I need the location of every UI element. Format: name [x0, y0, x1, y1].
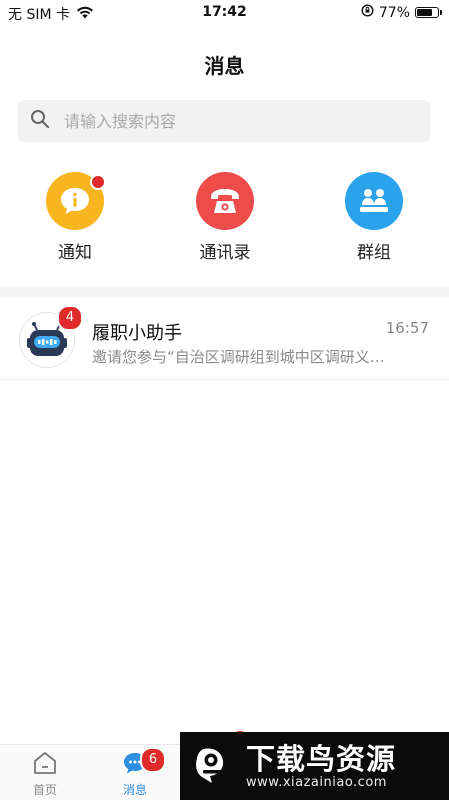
tab-label: 首页 — [32, 783, 57, 797]
tab-messages[interactable]: 6 消息 — [90, 747, 180, 798]
watermark-text: 下载鸟资源 www.xiazainiao.com — [246, 743, 396, 790]
status-right: 77% — [361, 4, 442, 21]
unread-badge: 4 — [57, 305, 83, 331]
watermark-logo — [190, 743, 236, 789]
watermark-title: 下载鸟资源 — [246, 741, 397, 776]
quick-action-notice[interactable]: 通知 — [25, 172, 125, 263]
quick-actions: 通知 通讯录 群组 — [0, 172, 449, 272]
message-preview: 邀请您参与“自治区调研组到城中区调研义… — [92, 348, 385, 366]
quick-action-label: 群组 — [357, 243, 391, 263]
notice-icon — [46, 172, 106, 230]
phone-icon — [196, 172, 254, 230]
search-bar[interactable] — [18, 100, 430, 142]
watermark-url: www.xiazainiao.com — [246, 774, 387, 790]
battery-icon — [415, 7, 442, 18]
notice-dot — [90, 174, 106, 190]
watermark: 下载鸟资源 www.xiazainiao.com — [180, 732, 449, 800]
battery-percent: 77% — [378, 4, 410, 21]
quick-action-contacts[interactable]: 通讯录 — [175, 172, 275, 263]
message-sender: 履职小助手 — [92, 323, 182, 344]
section-divider — [0, 287, 449, 297]
list-item[interactable]: 4 履职小助手 16:57 邀请您参与“自治区调研组到城中区调研义… — [0, 298, 449, 380]
tab-home[interactable]: 首页 — [0, 751, 90, 798]
status-bar: 无 SIM 卡 17:42 77% — [0, 0, 449, 26]
search-input[interactable] — [62, 110, 396, 132]
message-time: 16:57 — [385, 319, 429, 337]
quick-action-groups[interactable]: 群组 — [324, 172, 424, 263]
page-title: 消息 — [204, 54, 245, 78]
tab-label: 消息 — [122, 783, 147, 797]
quick-action-label: 通讯录 — [199, 243, 251, 263]
group-icon — [345, 172, 403, 230]
quick-action-label: 通知 — [58, 243, 92, 263]
orientation-lock-icon — [361, 4, 374, 21]
home-icon — [32, 752, 58, 779]
battery-fill — [417, 9, 432, 16]
messages-badge: 6 — [140, 747, 166, 773]
search-icon — [30, 109, 50, 133]
avatar: 4 — [19, 305, 83, 368]
